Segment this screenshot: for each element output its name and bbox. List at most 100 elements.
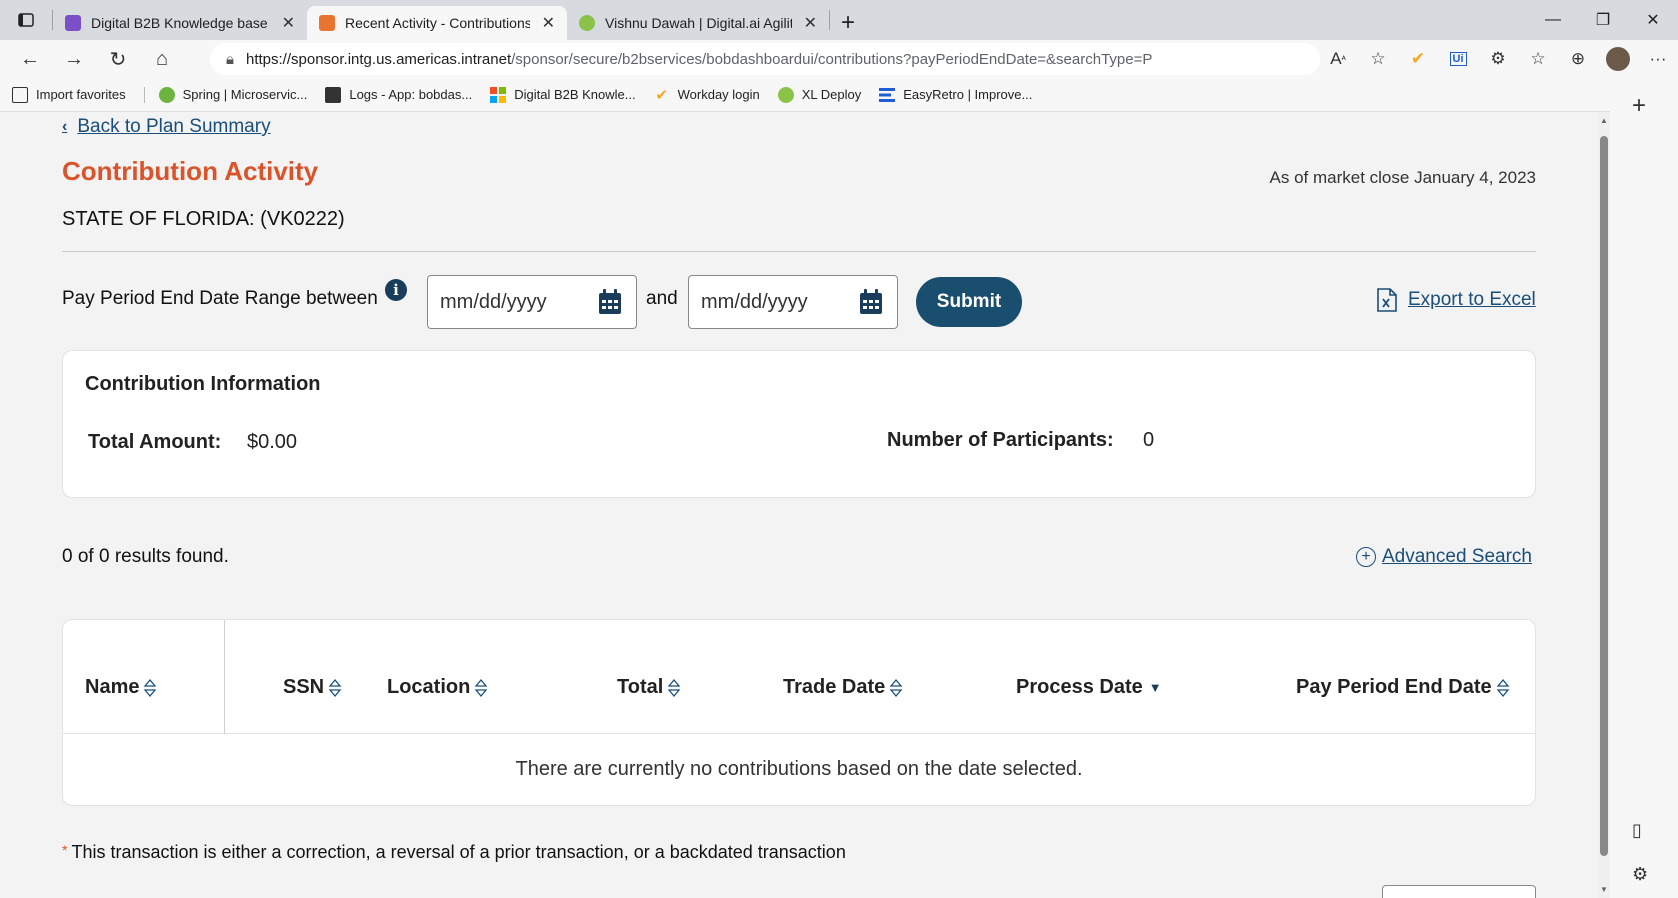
calendar-icon[interactable] <box>598 289 622 315</box>
favorite-digital-b2b[interactable]: Digital B2B Knowle... <box>490 86 636 103</box>
column-header-trade-date[interactable]: Trade Date <box>783 676 903 699</box>
export-to-excel-link[interactable]: Export to Excel <box>1376 288 1536 312</box>
workday-icon: ✔ <box>655 86 668 104</box>
extensions-icon[interactable]: ⚙ <box>1478 40 1518 78</box>
favorite-spring[interactable]: Spring | Microservic... <box>158 86 307 103</box>
home-icon[interactable]: ⌂ <box>140 40 184 78</box>
split-screen-icon[interactable]: ▯ <box>1632 820 1642 841</box>
tab-actions-icon[interactable] <box>0 0 52 40</box>
participants-value: 0 <box>1143 429 1155 451</box>
close-tab-icon[interactable]: ✕ <box>804 13 817 33</box>
sidebar-settings-icon[interactable]: ⚙ <box>1632 864 1648 885</box>
sort-icon <box>144 678 157 697</box>
sort-icon <box>889 678 903 697</box>
column-header-pay-period-end-date[interactable]: Pay Period End Date <box>1296 676 1510 699</box>
scroll-down-icon[interactable]: ▼ <box>1600 885 1608 894</box>
add-favorite-icon[interactable]: ☆ <box>1358 40 1398 78</box>
table-header: Name SSN Location Total Trade Date Proce… <box>63 620 1535 734</box>
advanced-search-link[interactable]: + Advanced Search <box>1356 546 1532 568</box>
ui-extension-icon[interactable]: Ui <box>1438 40 1478 78</box>
plan-name: STATE OF FLORIDA: (VK0222) <box>62 208 345 230</box>
favorite-logs[interactable]: Logs - App: bobdas... <box>325 86 472 103</box>
address-bar[interactable]: 🔒︎ https://sponsor.intg.us.americas.intr… <box>210 43 1320 75</box>
column-header-total[interactable]: Total <box>617 676 681 699</box>
participants-label: Number of Participants: <box>887 429 1114 451</box>
back-to-plan-summary-link[interactable]: ‹ Back to Plan Summary <box>62 116 271 138</box>
favorite-easyretro[interactable]: EasyRetro | Improve... <box>879 87 1032 103</box>
minimize-icon[interactable]: — <box>1528 0 1578 40</box>
tab-recent-activity[interactable]: Recent Activity - Contributions ✕ <box>307 6 567 40</box>
contribution-info-card: Contribution Information Total Amount: $… <box>62 350 1536 498</box>
spring-icon <box>158 86 175 103</box>
read-aloud-icon[interactable]: Aᴬ <box>1318 40 1358 78</box>
logs-icon <box>325 86 342 103</box>
browser-tab-strip: Digital B2B Knowledge base ✕ Recent Acti… <box>0 0 1678 40</box>
page-title: Contribution Activity <box>62 156 319 186</box>
easyretro-icon <box>879 87 896 103</box>
total-amount-value: $0.00 <box>247 431 298 453</box>
calendar-icon[interactable] <box>859 289 883 315</box>
scroll-up-icon[interactable]: ▲ <box>1600 116 1608 125</box>
card-title: Contribution Information <box>85 373 321 395</box>
start-date-field[interactable] <box>427 275 637 329</box>
divider <box>62 251 1536 252</box>
xl-deploy-icon <box>777 86 794 103</box>
close-tab-icon[interactable]: ✕ <box>542 13 555 33</box>
info-icon[interactable]: i <box>385 279 407 301</box>
browser-sidebar: + ▯ ⚙ <box>1610 78 1678 898</box>
sort-icon <box>1496 678 1510 697</box>
back-icon[interactable]: ← <box>8 40 52 78</box>
excel-file-icon <box>1377 288 1397 312</box>
favorite-workday[interactable]: ✔ Workday login <box>654 86 759 104</box>
page-size-select[interactable] <box>1382 885 1536 898</box>
restore-icon[interactable]: ❐ <box>1578 0 1628 40</box>
scrollbar-thumb[interactable] <box>1600 136 1608 856</box>
refresh-icon[interactable]: ↻ <box>96 40 140 78</box>
column-header-ssn[interactable]: SSN <box>283 676 342 699</box>
tab-favicon-icon <box>579 15 595 31</box>
new-tab-icon[interactable]: + <box>830 6 866 40</box>
asterisk: * <box>62 842 68 858</box>
windows-icon <box>490 86 507 103</box>
end-date-field[interactable] <box>688 275 898 329</box>
as-of-date: As of market close January 4, 2023 <box>1269 168 1536 187</box>
sort-icon <box>474 678 488 697</box>
column-header-name[interactable]: Name <box>85 676 157 699</box>
column-header-location[interactable]: Location <box>387 676 488 699</box>
browser-toolbar: ← → ↻ ⌂ 🔒︎ https://sponsor.intg.us.ameri… <box>0 40 1678 78</box>
favorite-import[interactable]: Import favorites <box>12 86 126 103</box>
tab-favicon-icon <box>319 15 335 31</box>
more-icon[interactable]: ··· <box>1638 40 1678 78</box>
total-amount-label: Total Amount: <box>88 431 222 453</box>
forward-icon[interactable]: → <box>52 40 96 78</box>
import-icon <box>12 86 28 103</box>
footnote: * This transaction is either a correction… <box>62 842 846 862</box>
lock-icon: 🔒︎ <box>226 50 234 68</box>
tab-digital-ai-agility[interactable]: Vishnu Dawah | Digital.ai Agility ✕ <box>567 6 829 40</box>
results-count: 0 of 0 results found. <box>62 546 229 567</box>
workday-extension-icon[interactable]: ✔ <box>1398 40 1438 78</box>
empty-table-message: There are currently no contributions bas… <box>515 758 1083 780</box>
and-label: and <box>646 288 678 309</box>
add-sidebar-app-icon[interactable]: + <box>1632 92 1646 120</box>
favorites-bar: Import favorites Spring | Microservic...… <box>0 78 1678 112</box>
close-window-icon[interactable]: ✕ <box>1628 0 1678 40</box>
submit-button[interactable]: Submit <box>916 277 1022 327</box>
contributions-table: Name SSN Location Total Trade Date Proce… <box>62 619 1536 806</box>
sort-icon <box>328 678 342 697</box>
column-header-process-date[interactable]: Process Date ▼ <box>1016 676 1162 699</box>
tab-favicon-icon <box>65 15 81 31</box>
start-date-input[interactable] <box>440 290 590 314</box>
favorite-xl-deploy[interactable]: XL Deploy <box>777 86 861 103</box>
sort-icon <box>667 678 681 697</box>
collections-icon[interactable]: ⊕ <box>1558 40 1598 78</box>
sort-descending-icon: ▼ <box>1148 680 1162 695</box>
chevron-left-icon: ‹ <box>62 118 68 135</box>
close-tab-icon[interactable]: ✕ <box>282 13 295 33</box>
favorites-icon[interactable]: ☆ <box>1518 40 1558 78</box>
profile-avatar[interactable] <box>1598 40 1638 78</box>
tab-knowledge-base[interactable]: Digital B2B Knowledge base ✕ <box>53 6 307 40</box>
page-scrollbar[interactable]: ▲ ▼ <box>1598 112 1610 898</box>
page-content: ‹ Back to Plan Summary Contribution Acti… <box>0 112 1598 898</box>
end-date-input[interactable] <box>701 290 851 314</box>
